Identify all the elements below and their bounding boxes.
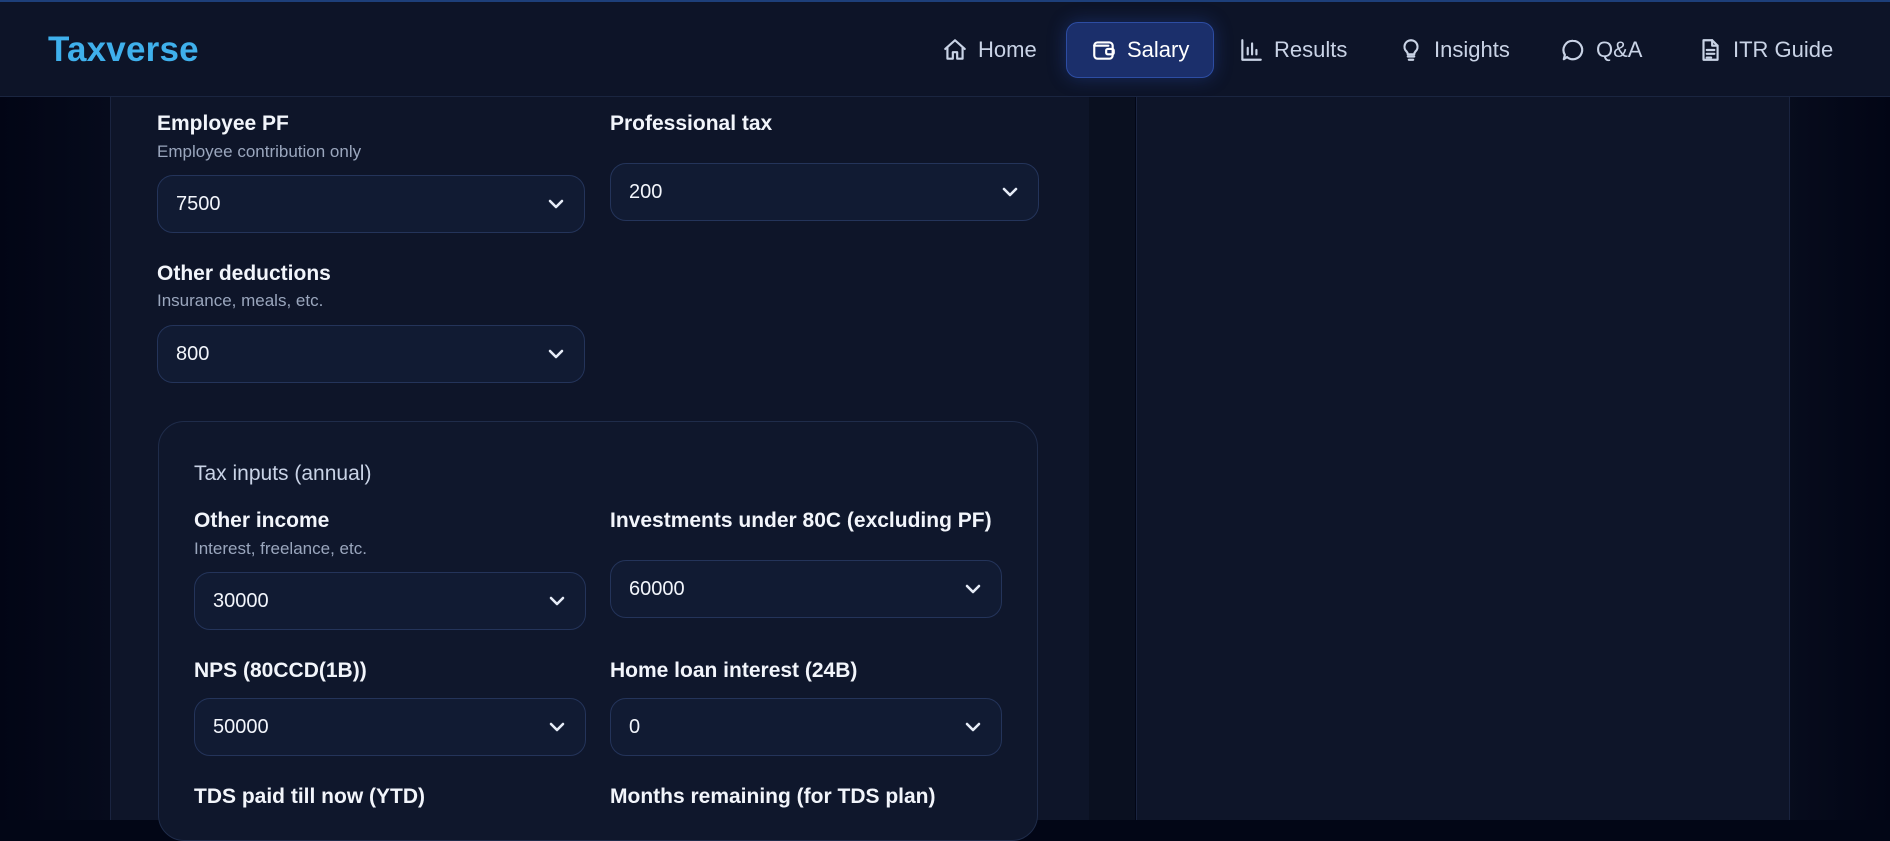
top-navbar: Taxverse Home Salary Results Insights Q&… <box>0 0 1890 97</box>
chevron-down-icon <box>549 596 565 606</box>
nav-insights-label: Insights <box>1434 37 1510 62</box>
nav-insights[interactable]: Insights <box>1386 22 1522 78</box>
nav-salary[interactable]: Salary <box>1066 22 1215 78</box>
professional-tax-value: 200 <box>629 180 663 203</box>
other-income-select[interactable]: 30000 <box>194 572 586 630</box>
employee-pf-select[interactable]: 7500 <box>157 175 585 233</box>
chevron-down-icon <box>965 722 981 732</box>
left-gutter <box>0 0 110 820</box>
home-loan-interest-value: 0 <box>629 715 641 738</box>
nav-salary-label: Salary <box>1127 37 1190 62</box>
nav-home[interactable]: Home <box>930 22 1049 78</box>
professional-tax-label: Professional tax <box>610 112 773 135</box>
professional-tax-select[interactable]: 200 <box>610 163 1039 221</box>
chevron-down-icon <box>548 349 564 359</box>
investments-80c-select[interactable]: 60000 <box>610 560 1002 618</box>
nps-label: NPS (80CCD(1B)) <box>194 659 367 682</box>
other-deductions-label: Other deductions <box>157 262 331 285</box>
nav-results-label: Results <box>1274 37 1348 62</box>
brand-logo[interactable]: Taxverse <box>48 30 199 70</box>
chevron-down-icon <box>548 199 564 209</box>
chevron-down-icon <box>549 722 565 732</box>
nav-itr-guide[interactable]: ITR Guide <box>1685 22 1845 78</box>
home-loan-interest-label: Home loan interest (24B) <box>610 659 858 682</box>
other-deductions-value: 800 <box>176 342 210 365</box>
home-icon <box>944 39 966 60</box>
lightbulb-icon <box>1403 39 1419 61</box>
other-income-value: 30000 <box>213 589 269 612</box>
investments-80c-value: 60000 <box>629 577 685 600</box>
nav-results[interactable]: Results <box>1226 22 1359 78</box>
tax-inputs-title: Tax inputs (annual) <box>194 462 372 485</box>
nps-value: 50000 <box>213 715 269 738</box>
investments-80c-label: Investments under 80C (excluding PF) <box>610 509 992 532</box>
other-income-label: Other income <box>194 509 330 532</box>
chevron-down-icon <box>1002 187 1018 197</box>
document-icon <box>1702 39 1719 61</box>
employee-pf-help: Employee contribution only <box>157 142 362 161</box>
right-gutter <box>1788 0 1890 820</box>
other-deductions-help: Insurance, meals, etc. <box>157 291 324 310</box>
nav-home-label: Home <box>978 37 1037 62</box>
chevron-down-icon <box>965 584 981 594</box>
bar-chart-icon <box>1241 39 1262 61</box>
nav-qa[interactable]: Q&A <box>1548 22 1654 78</box>
summary-panel <box>1136 97 1790 820</box>
home-loan-interest-select[interactable]: 0 <box>610 698 1002 756</box>
wallet-icon <box>1093 41 1115 60</box>
chat-bubble-icon <box>1562 39 1584 61</box>
other-income-help: Interest, freelance, etc. <box>194 539 367 558</box>
panel-divider <box>1089 97 1135 820</box>
nav-qa-label: Q&A <box>1596 37 1643 62</box>
tds-paid-label: TDS paid till now (YTD) <box>194 785 425 808</box>
nps-select[interactable]: 50000 <box>194 698 586 756</box>
other-deductions-select[interactable]: 800 <box>157 325 585 383</box>
months-remaining-label: Months remaining (for TDS plan) <box>610 785 936 808</box>
employee-pf-label: Employee PF <box>157 112 289 135</box>
employee-pf-value: 7500 <box>176 192 221 215</box>
nav-itr-guide-label: ITR Guide <box>1733 37 1834 62</box>
